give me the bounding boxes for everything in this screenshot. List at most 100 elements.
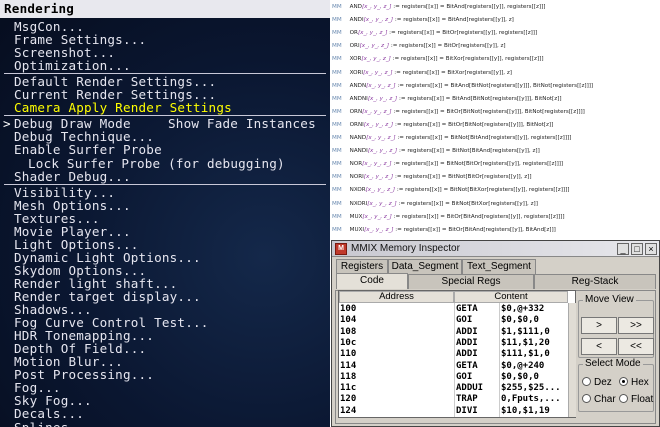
menu-cursor-icon: > (3, 116, 11, 132)
menu-item[interactable]: Sky Fog... (14, 394, 92, 407)
menu-item[interactable]: Render target display... (14, 290, 201, 303)
table-row[interactable]: 114 GETA $0,@+240 (339, 361, 575, 372)
menu-item[interactable]: MsgCon... (14, 20, 84, 33)
address-cell: 118 (340, 371, 357, 382)
operand-cell: $1,$111,0 (501, 326, 550, 337)
operand-cell: $0,$0,0 (501, 315, 539, 326)
opcode-cell: ADDI (456, 337, 478, 348)
menu-item[interactable]: Enable Surfer Probe (14, 143, 162, 156)
menu-item[interactable]: Mesh Options... (14, 199, 131, 212)
opcode-name: NXOR (349, 187, 366, 194)
opcode-definition: := registers[[x]] = BitOr[BitNot[registe… (393, 108, 585, 115)
tab-registers[interactable]: Registers (336, 259, 388, 274)
menu-item[interactable]: Splines... (14, 421, 92, 427)
menu-item[interactable]: Render light shaft... (14, 277, 177, 290)
opcode-definition: := registers[[x]] = BitOr[BitNot[registe… (395, 121, 554, 128)
menu-item[interactable]: Motion Blur... (14, 355, 123, 368)
table-row[interactable]: 10c ADDI $11,$1,20 (339, 338, 575, 349)
definition-line: MM ORI[x_, y_, z_] := registers[[x]] = Bi… (332, 43, 506, 50)
tab-special-regs[interactable]: Special Regs (408, 274, 534, 289)
line-marker: MM (332, 226, 342, 233)
title-bar[interactable]: M MMIX Memory Inspector _ □ × (332, 241, 659, 257)
mode-hex-radio[interactable]: Hex (619, 377, 649, 389)
table-row[interactable]: 118 GOI $0,$0,0 (339, 372, 575, 383)
menu-item[interactable]: Dynamic Light Options... (14, 251, 201, 264)
opcode-args: [x_, y_, z_] (367, 95, 398, 102)
line-marker: MM (332, 148, 342, 155)
table-row[interactable]: 11c ADDUI $255,$25... (339, 383, 575, 394)
operand-cell: $111,$1,0 (501, 349, 550, 360)
minimize-button[interactable]: _ (617, 243, 629, 255)
previous-page-button[interactable]: << (618, 338, 654, 355)
menu-item[interactable]: Visibility... (14, 186, 115, 199)
menu-item[interactable]: Screenshot... (14, 46, 115, 59)
menu-item[interactable]: Optimization... (14, 59, 131, 72)
code-panel: Address Content 100 GETA $0,@+332 104 GOI $0,… (335, 290, 656, 424)
tab-reg-stack[interactable]: Reg-Stack (534, 274, 656, 289)
address-column-header[interactable]: Address (339, 291, 454, 303)
menu-item[interactable]: HDR Tonemapping... (14, 329, 154, 342)
table-row[interactable]: 110 ADDI $111,$1,0 (339, 349, 575, 360)
operand-cell: $0,@+240 (501, 360, 545, 371)
opcode-args: [x_, y_, z_] (357, 30, 388, 37)
opcode-args: [x_, y_, z_] (366, 135, 396, 141)
menu-item[interactable]: Skydom Options... (14, 264, 146, 277)
opcode-name: AND (349, 4, 362, 10)
table-row[interactable]: 124 DIVI $10,$1,19 (339, 406, 575, 417)
menu-item[interactable]: Light Options... (14, 238, 139, 251)
mode-float-radio[interactable]: Float (619, 394, 653, 406)
menu-item[interactable]: Decals... (14, 407, 84, 420)
table-row[interactable]: 120 TRAP 0,Fputs,... (339, 394, 575, 405)
line-marker: MM (332, 43, 342, 50)
menu-item[interactable]: Frame Settings... (14, 33, 146, 46)
mode-dez-radio[interactable]: Dez (582, 377, 612, 389)
menu-item[interactable]: Debug Technique... (14, 130, 154, 143)
opcode-name: NORI (349, 174, 364, 181)
line-marker: MM (332, 161, 342, 168)
opcode-name: ANDI (349, 17, 364, 24)
menu-item-selected[interactable]: Camera Apply Render Settings (14, 101, 232, 114)
debug-draw-mode-value[interactable]: Show Fade Instances (168, 117, 316, 130)
opcode-definition: := registers[[x]] = BitNot[BitXor[regist… (396, 187, 570, 194)
menu-item[interactable]: Default Render Settings... (14, 75, 216, 88)
opcode-cell: GETA (456, 304, 478, 314)
maximize-button[interactable]: □ (631, 243, 643, 255)
menu-item[interactable]: Depth Of Field... (14, 342, 146, 355)
opcode-cell: GOI (456, 371, 473, 382)
line-marker: MM (332, 30, 342, 37)
opcode-name: NAND (349, 135, 367, 141)
address-cell: 110 (340, 349, 357, 360)
menu-item-shader-debug[interactable]: Shader Debug... (14, 170, 131, 183)
table-row[interactable]: 108 ADDI $1,$111,0 (339, 327, 575, 338)
menu-item[interactable]: Shadows... (14, 303, 92, 316)
next-page-button[interactable]: >> (618, 317, 654, 334)
menu-item-lock-surfer-probe[interactable]: Lock Surfer Probe (for debugging) (28, 157, 285, 170)
menu-item[interactable]: Movie Player... (14, 225, 131, 238)
opcode-args: [x_, y_, z_] (362, 161, 392, 168)
menu-item[interactable]: Textures... (14, 212, 100, 225)
table-row[interactable]: 100 GETA $0,@+332 (339, 304, 575, 315)
mode-char-radio[interactable]: Char (582, 394, 616, 406)
menu-item[interactable]: Post Processing... (14, 368, 154, 381)
vertical-scrollbar[interactable] (568, 303, 576, 417)
table-row[interactable]: 104 GOI $0,$0,0 (339, 315, 575, 326)
previous-button[interactable]: < (581, 338, 617, 355)
tab-text-segment[interactable]: Text_Segment (462, 259, 536, 274)
menu-item[interactable]: Fog... (14, 381, 61, 394)
content-column-header[interactable]: Content (454, 291, 568, 303)
opcode-definition: := registers[[x]] = BitNot[BitAnd[regist… (399, 148, 540, 155)
opcode-definition: := registers[[x]] = BitAnd[BitNot[regist… (397, 82, 594, 89)
definition-line: MM XOR[x_, y_, z_] := registers[[x]] = Bi… (332, 56, 544, 63)
next-button[interactable]: > (581, 317, 617, 334)
menu-item[interactable]: Fog Curve Control Test... (14, 316, 209, 329)
definition-line: MM NORI[x_, y_, z_] := registers[[x]] = B… (332, 174, 532, 181)
opcode-definition: := registers[[x]] = BitOr[registers[[y]]… (390, 43, 506, 50)
move-view-group: Move View > >> < << (578, 294, 654, 358)
menu-item[interactable]: Current Render Settings... (14, 88, 216, 101)
menu-item-debug-draw-mode[interactable]: Debug Draw Mode (14, 117, 131, 130)
move-view-label: Move View (583, 294, 636, 306)
tab-code[interactable]: Code (336, 273, 408, 289)
window-title: MMIX Memory Inspector (351, 243, 460, 254)
close-button[interactable]: × (645, 243, 657, 255)
tab-data-segment[interactable]: Data_Segment (388, 259, 462, 274)
